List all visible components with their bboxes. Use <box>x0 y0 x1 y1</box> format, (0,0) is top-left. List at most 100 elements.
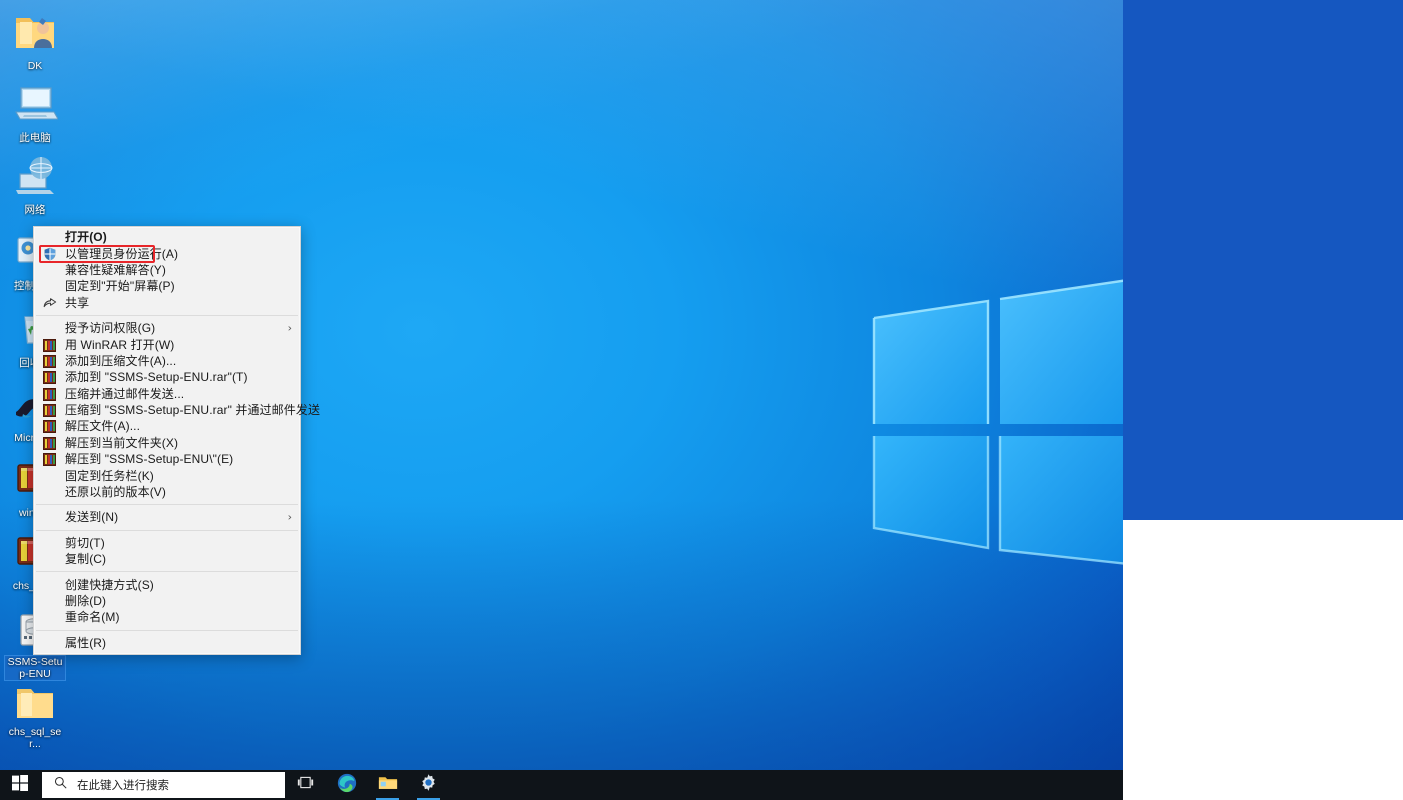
desktop-icon-this-pc[interactable]: 此电脑 <box>4 80 66 146</box>
file-explorer-button[interactable] <box>367 770 408 800</box>
windows-logo-icon <box>12 774 28 796</box>
menu-separator <box>36 571 298 573</box>
menu-item-icon <box>43 321 61 335</box>
menu-item-icon <box>43 552 61 566</box>
desktop-icon-label: 网络 <box>24 204 46 216</box>
file-context-menu[interactable]: 打开(O) 以管理员身份运行(A) 兼容性疑难解答(Y) 固定到"开始"屏幕(P) 共享… <box>33 226 320 655</box>
menu-item-5-2[interactable]: 删除(D) <box>34 593 300 609</box>
winrar-icon <box>43 404 56 418</box>
menu-item-2-10[interactable]: 固定到任务栏(K) <box>34 467 300 483</box>
desktop-icon-dk-folder[interactable]: DK <box>4 8 66 74</box>
settings-button[interactable] <box>408 770 449 800</box>
menu-item-label: 属性(R) <box>65 635 107 650</box>
menu-item-icon <box>43 263 61 277</box>
microsoft-edge-button[interactable] <box>326 770 367 800</box>
menu-item-label: 打开(O) <box>65 230 107 245</box>
menu-item-icon <box>43 387 61 401</box>
menu-item-2-8[interactable]: 解压到当前文件夹(X) <box>34 435 300 451</box>
menu-item-4-2[interactable]: 复制(C) <box>34 551 300 567</box>
menu-item-label: 固定到"开始"屏幕(P) <box>65 279 175 294</box>
menu-item-2-5[interactable]: 压缩并通过邮件发送... <box>34 386 300 402</box>
menu-item-label: 重命名(M) <box>65 610 120 625</box>
menu-item-icon <box>43 510 61 524</box>
right-blue-panel <box>1123 0 1403 520</box>
desktop-icon-label: SSMS-Setup-ENU <box>4 655 66 681</box>
menu-item-icon <box>43 452 61 467</box>
menu-item-label: 压缩到 "SSMS-Setup-ENU.rar" 并通过邮件发送 <box>65 403 321 418</box>
menu-item-3-1[interactable]: 发送到(N) › <box>34 509 300 525</box>
menu-item-icon <box>43 578 61 592</box>
desktop-icon-label: chs_sql_ser... <box>8 726 62 750</box>
desktop-icon-network[interactable]: 网络 <box>4 152 66 218</box>
menu-item-1-1[interactable]: 打开(O) <box>34 229 300 245</box>
menu-item-icon <box>43 485 61 499</box>
winrar-icon <box>43 436 56 450</box>
menu-item-1-2[interactable]: 以管理员身份运行(A) <box>34 245 300 261</box>
folder-icon <box>378 774 398 796</box>
taskbar[interactable]: 在此键入进行搜索 <box>0 770 1123 800</box>
menu-item-label: 解压到当前文件夹(X) <box>65 435 179 450</box>
start-button[interactable] <box>0 770 40 800</box>
task-view-icon <box>297 775 314 795</box>
menu-item-icon <box>43 469 61 483</box>
menu-item-1-3[interactable]: 兼容性疑难解答(Y) <box>34 262 300 278</box>
menu-item-label: 固定到任务栏(K) <box>65 468 154 483</box>
menu-item-icon <box>43 338 61 352</box>
menu-item-label: 剪切(T) <box>65 535 105 550</box>
menu-item-label: 用 WinRAR 打开(W) <box>65 337 175 352</box>
menu-item-2-6[interactable]: 压缩到 "SSMS-Setup-ENU.rar" 并通过邮件发送 <box>34 402 320 418</box>
menu-separator <box>36 529 298 531</box>
menu-item-1-5[interactable]: 共享 <box>34 295 300 311</box>
menu-item-icon <box>43 279 61 293</box>
winrar-icon <box>43 387 56 401</box>
menu-item-label: 删除(D) <box>65 594 107 608</box>
task-view-button[interactable] <box>285 770 326 800</box>
menu-item-label: 压缩并通过邮件发送... <box>65 386 185 401</box>
menu-item-1-4[interactable]: 固定到"开始"屏幕(P) <box>34 278 300 294</box>
menu-separator <box>36 314 298 316</box>
network-icon <box>12 152 58 198</box>
winrar-icon <box>43 420 56 434</box>
winrar-icon <box>43 453 56 467</box>
menu-item-2-11[interactable]: 还原以前的版本(V) <box>34 484 300 500</box>
search-placeholder-text: 在此键入进行搜索 <box>77 780 169 792</box>
windows-logo-wallpaper-icon <box>866 276 1123 568</box>
menu-item-4-1[interactable]: 剪切(T) <box>34 535 300 551</box>
menu-item-icon <box>43 230 61 244</box>
desktop-icon-label: DK <box>27 60 43 72</box>
menu-item-label: 以管理员身份运行(A) <box>65 246 179 261</box>
menu-item-label: 创建快捷方式(S) <box>65 577 154 592</box>
menu-item-2-3[interactable]: 添加到压缩文件(A)... <box>34 353 300 369</box>
menu-item-6-1[interactable]: 属性(R) <box>34 635 300 651</box>
menu-separator <box>36 629 298 631</box>
menu-item-label: 复制(C) <box>65 552 107 567</box>
share-icon <box>43 297 57 311</box>
menu-item-2-1[interactable]: 授予访问权限(G) › <box>34 320 300 336</box>
menu-item-2-4[interactable]: 添加到 "SSMS-Setup-ENU.rar"(T) <box>34 369 300 385</box>
menu-item-label: 兼容性疑难解答(Y) <box>65 262 166 277</box>
desktop-wallpaper[interactable]: DK 此电脑 网络 控制面板 回收站 MicroK... <box>0 0 1123 800</box>
menu-item-label: 还原以前的版本(V) <box>65 485 166 500</box>
menu-item-2-2[interactable]: 用 WinRAR 打开(W) <box>34 336 300 352</box>
menu-item-icon <box>43 436 61 450</box>
menu-item-2-9[interactable]: 解压到 "SSMS-Setup-ENU\"(E) <box>34 451 300 467</box>
menu-item-label: 解压到 "SSMS-Setup-ENU\"(E) <box>65 452 234 467</box>
menu-item-icon <box>43 296 61 310</box>
winrar-icon <box>43 354 56 368</box>
menu-item-5-1[interactable]: 创建快捷方式(S) <box>34 576 300 592</box>
desktop-icon-chs-sql-server-folder[interactable]: chs_sql_ser... <box>4 678 66 752</box>
menu-item-2-7[interactable]: 解压文件(A)... <box>34 418 300 434</box>
menu-item-label: 解压文件(A)... <box>65 419 140 434</box>
menu-item-icon <box>43 403 61 418</box>
menu-item-icon <box>43 247 61 261</box>
menu-item-icon <box>43 636 61 650</box>
gear-icon <box>419 773 438 797</box>
menu-item-5-3[interactable]: 重命名(M) <box>34 609 300 625</box>
menu-item-label: 添加到 "SSMS-Setup-ENU.rar"(T) <box>65 370 248 385</box>
search-input[interactable]: 在此键入进行搜索 <box>42 772 285 798</box>
menu-item-icon <box>43 610 61 624</box>
winrar-icon <box>43 338 56 352</box>
menu-item-icon <box>43 419 61 434</box>
menu-item-label: 发送到(N) <box>65 510 119 525</box>
folder-icon <box>12 678 58 724</box>
